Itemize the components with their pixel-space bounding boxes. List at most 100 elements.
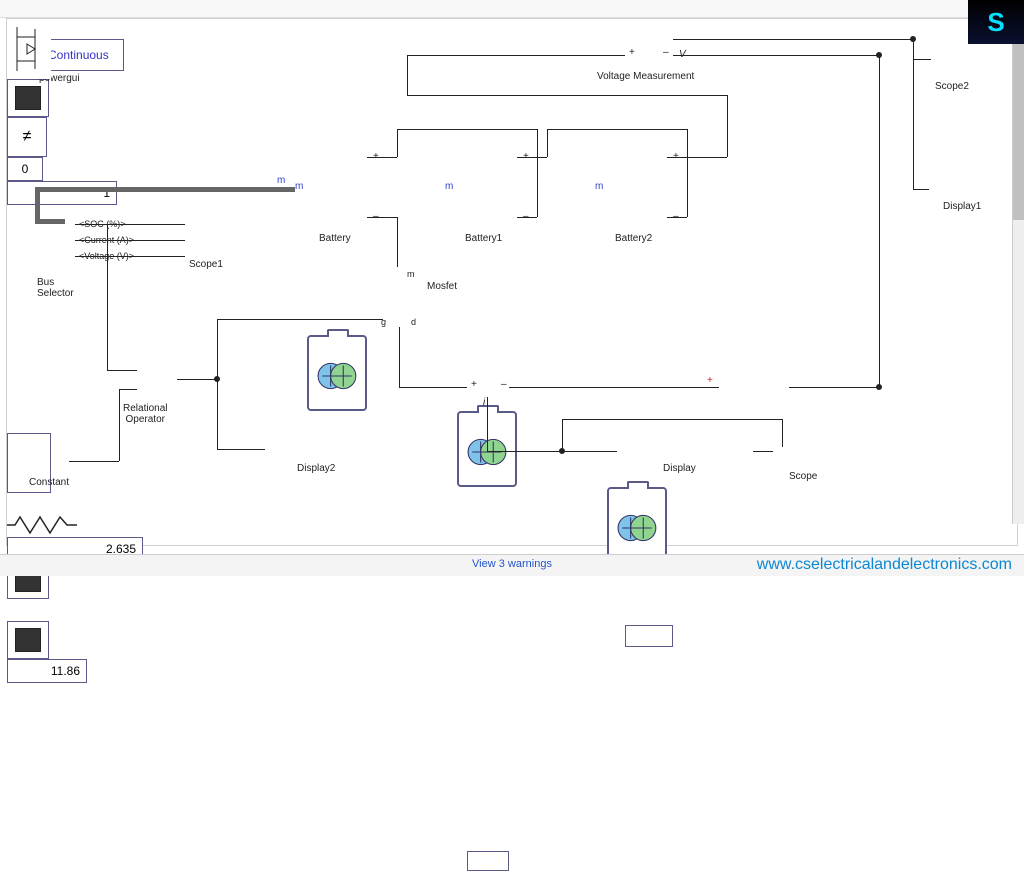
watermark-url[interactable]: www.cselectricalandelectronics.com — [757, 556, 1012, 574]
battery-icon — [317, 359, 359, 393]
wire — [487, 397, 488, 451]
relational-operator-block[interactable]: ≠ — [7, 117, 47, 157]
display1-value: 11.86 — [51, 664, 80, 678]
battery-block[interactable] — [307, 335, 367, 411]
vertical-scrollbar[interactable] — [1012, 18, 1024, 524]
wire — [547, 129, 687, 130]
port-m: m — [295, 181, 303, 192]
simulink-canvas[interactable]: Continuous powergui m Bus Selector <SOC … — [6, 18, 1018, 546]
vm-minus: – — [663, 47, 669, 58]
battery2-block[interactable] — [607, 487, 667, 563]
wire — [562, 419, 782, 420]
display2-label: Display2 — [297, 463, 335, 474]
wire — [119, 389, 137, 390]
constant-block[interactable]: 0 — [7, 157, 43, 181]
wire — [487, 451, 617, 452]
scrollbar-thumb[interactable] — [1013, 18, 1024, 220]
wire — [673, 39, 913, 40]
wire — [367, 217, 397, 218]
wire — [75, 256, 185, 257]
wire — [753, 451, 773, 452]
wire — [667, 157, 727, 158]
wire — [879, 55, 880, 387]
measurement-bus-wire-in — [35, 219, 65, 224]
wire — [562, 419, 563, 451]
scope2-label: Scope2 — [935, 81, 969, 92]
wire — [399, 387, 467, 388]
battery1-label: Battery1 — [465, 233, 502, 244]
current-measurement-block[interactable] — [467, 851, 509, 871]
powergui-mode: Continuous — [48, 48, 109, 62]
mosfet-icon — [7, 19, 51, 79]
wire — [397, 217, 398, 267]
wire — [399, 327, 400, 387]
wire — [789, 387, 879, 388]
brand-logo: S — [968, 0, 1024, 44]
port-m: m — [595, 181, 603, 192]
wire — [397, 129, 398, 157]
display1-block[interactable]: 11.86 — [7, 659, 87, 683]
resistor-icon — [7, 513, 77, 537]
bus-selector-label: Bus Selector — [37, 277, 74, 299]
port-m: m — [445, 181, 453, 192]
display1-label: Display1 — [943, 201, 981, 212]
constant-value: 0 — [22, 162, 29, 176]
port-m-label: m — [277, 175, 285, 186]
wire — [217, 449, 265, 450]
battery-icon — [617, 511, 659, 545]
mosfet-port-d: d — [411, 317, 416, 327]
wire — [177, 379, 217, 380]
battery-label: Battery — [319, 233, 351, 244]
wire — [69, 461, 119, 462]
scope1-block[interactable] — [7, 79, 49, 117]
relop-symbol: ≠ — [23, 128, 32, 146]
cm-i: i — [483, 397, 485, 408]
wire — [407, 55, 408, 95]
resistor-plus: + — [707, 375, 713, 386]
scope-label: Scope — [789, 471, 817, 482]
wire — [517, 157, 547, 158]
wire — [782, 419, 783, 447]
wire — [509, 387, 719, 388]
wire — [367, 157, 397, 158]
wire — [673, 55, 879, 56]
relop-label: Relational Operator — [123, 403, 167, 425]
battery2-label: Battery2 — [615, 233, 652, 244]
wire — [217, 319, 218, 449]
voltage-measurement-block[interactable] — [625, 625, 673, 647]
wire — [217, 319, 383, 320]
wire — [407, 95, 727, 96]
vm-plus: + — [629, 47, 635, 58]
wire — [75, 224, 185, 225]
vm-label: Voltage Measurement — [597, 71, 694, 82]
wire — [107, 370, 137, 371]
node — [876, 384, 882, 390]
wire — [119, 389, 120, 461]
battery-icon — [467, 435, 509, 469]
wire — [913, 189, 929, 190]
wire — [537, 129, 538, 217]
measurement-bus-wire-v — [35, 187, 40, 223]
wire — [397, 129, 537, 130]
scope1-label: Scope1 — [189, 259, 223, 270]
wire — [407, 55, 625, 56]
wire — [75, 240, 185, 241]
cm-plus: + — [471, 379, 477, 390]
constant-label: Constant — [29, 477, 69, 488]
resistor-block[interactable] — [7, 513, 77, 537]
mosfet-port-g: g — [381, 317, 386, 327]
cm-minus: – — [501, 379, 507, 390]
display2-block[interactable]: 1 — [7, 181, 117, 205]
measurement-bus-wire — [35, 187, 295, 192]
wire — [913, 59, 931, 60]
mosfet-label: Mosfet — [427, 281, 457, 292]
wire — [913, 39, 914, 189]
display-label: Display — [663, 463, 696, 474]
wire — [107, 224, 108, 370]
scope2-block[interactable] — [7, 621, 49, 659]
wire — [687, 129, 688, 217]
wire — [547, 129, 548, 157]
wire — [727, 95, 728, 157]
wire — [517, 217, 537, 218]
wire — [667, 217, 687, 218]
